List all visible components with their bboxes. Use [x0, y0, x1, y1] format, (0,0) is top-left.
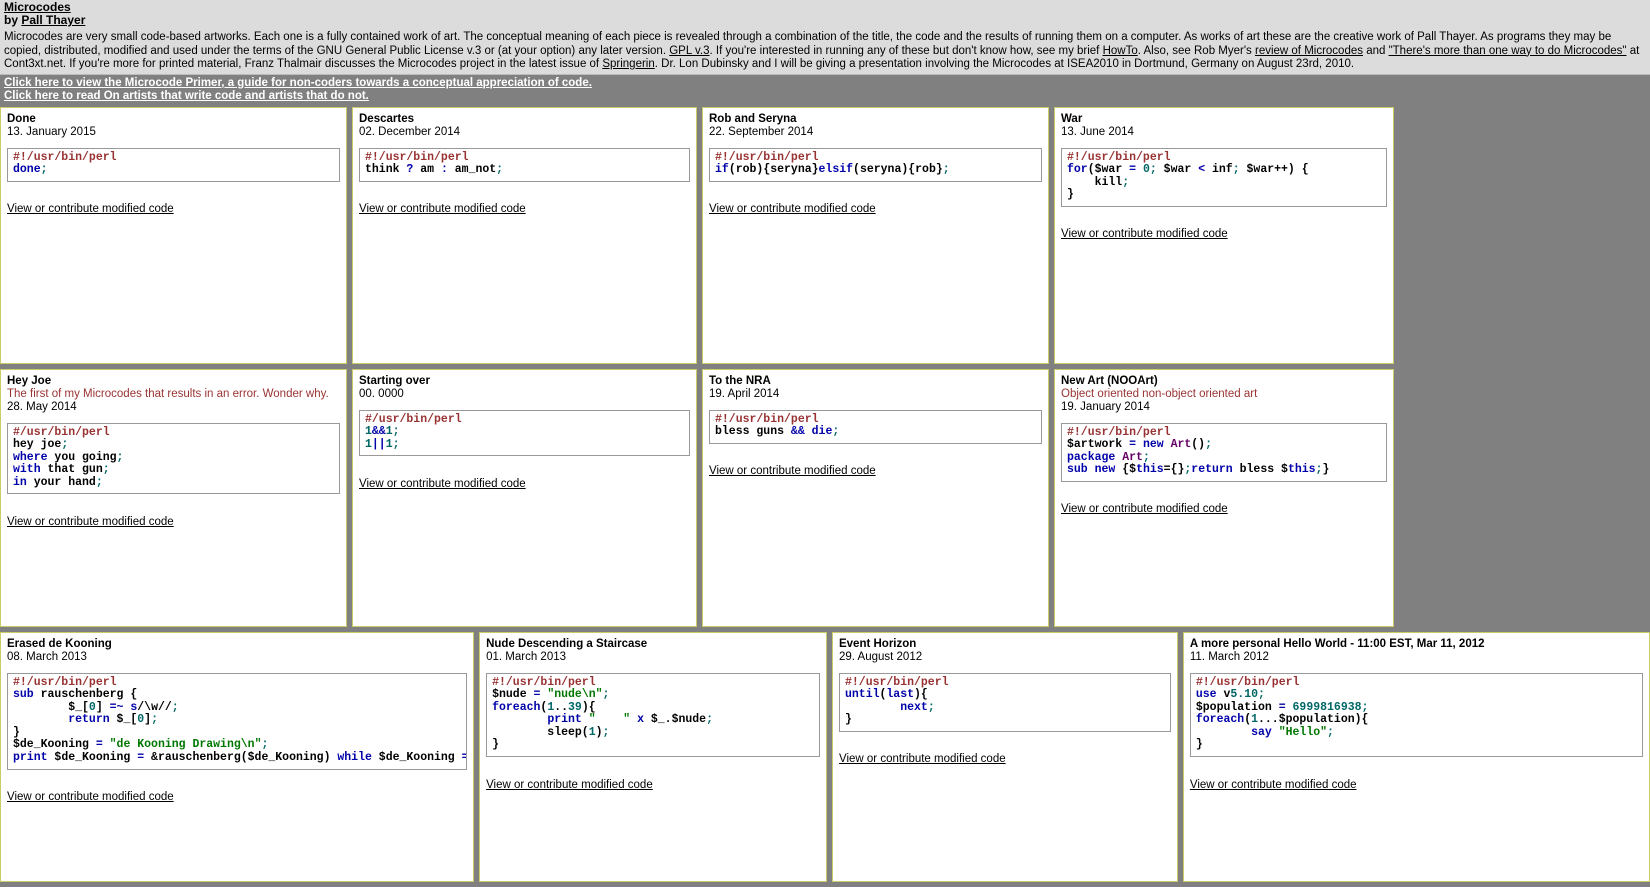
card-title: To the NRA [709, 375, 1042, 388]
code-block: #!/usr/bin/perl $artwork = new Art(); pa… [1061, 423, 1387, 482]
cont3xt-link[interactable]: "There's more than one way to do Microco… [1389, 45, 1627, 57]
microcode-card: A more personal Hello World - 11:00 EST,… [1183, 632, 1650, 882]
code-block: #/usr/bin/perl 1&&1; 1||1; [359, 410, 690, 457]
card-title: Hey Joe [7, 375, 340, 388]
microcode-card: Hey JoeThe first of my Microcodes that r… [0, 369, 347, 627]
card-title: War [1061, 113, 1387, 126]
review-link[interactable]: review of Microcodes [1255, 45, 1363, 57]
card-date: 01. March 2013 [486, 651, 820, 664]
card-title: Event Horizon [839, 638, 1171, 651]
card-date: 11. March 2012 [1190, 651, 1643, 664]
microcode-card: Nude Descending a Staircase01. March 201… [479, 632, 827, 882]
intro-text-3: . Also, see Rob Myer's [1138, 45, 1255, 57]
code-block: #!/usr/bin/perl bless guns && die; [709, 410, 1042, 444]
card-date: 13. January 2015 [7, 126, 340, 139]
contribute-link-wrapper: View or contribute modified code [7, 506, 340, 529]
contribute-link[interactable]: View or contribute modified code [709, 203, 876, 216]
contribute-link[interactable]: View or contribute modified code [359, 203, 526, 216]
contribute-link-wrapper: View or contribute modified code [486, 769, 820, 792]
microcode-card: Rob and Seryna22. September 2014 #!/usr/b… [702, 107, 1049, 364]
card-title: Descartes [359, 113, 690, 126]
contribute-link[interactable]: View or contribute modified code [1061, 503, 1228, 516]
microcode-card: Event Horizon29. August 2012 #!/usr/bin/p… [832, 632, 1178, 882]
byline-prefix: by [4, 13, 21, 27]
code-block: #/usr/bin/perl hey joe; where you going;… [7, 423, 340, 495]
microcode-card: New Art (NOOArt)Object oriented non-obje… [1054, 369, 1394, 627]
contribute-link[interactable]: View or contribute modified code [1190, 779, 1357, 792]
card-title: Starting over [359, 375, 690, 388]
code-block: #!/usr/bin/perl for($war = 0; $war < inf… [1061, 148, 1387, 207]
card-subtitle: Object oriented non-object oriented art [1061, 388, 1387, 401]
card-title: Rob and Seryna [709, 113, 1042, 126]
microcode-card: War13. June 2014 #!/usr/bin/perl for($war… [1054, 107, 1394, 364]
microcode-grid: Done13. January 2015 #!/usr/bin/perl done… [0, 107, 1650, 887]
intro-text-4: and [1363, 45, 1389, 57]
microcode-row: Erased de Kooning08. March 2013 #!/usr/bi… [0, 632, 1650, 887]
card-date: 22. September 2014 [709, 126, 1042, 139]
contribute-link[interactable]: View or contribute modified code [359, 478, 526, 491]
contribute-link-wrapper: View or contribute modified code [7, 781, 467, 804]
microcode-row: Hey JoeThe first of my Microcodes that r… [0, 369, 1650, 632]
gpl-link[interactable]: GPL v.3 [669, 45, 709, 57]
intro-text-6: . Dr. Lon Dubinsky and I will be giving … [655, 58, 1354, 70]
contribute-link[interactable]: View or contribute modified code [486, 779, 653, 792]
contribute-link-wrapper: View or contribute modified code [359, 193, 690, 216]
contribute-link-wrapper: View or contribute modified code [709, 193, 1042, 216]
intro-paragraph: Microcodes are very small code-based art… [0, 29, 1650, 75]
contribute-link-wrapper: View or contribute modified code [359, 468, 690, 491]
contribute-link-wrapper: View or contribute modified code [1190, 769, 1643, 792]
intro-text-2: . If you're interested in running any of… [710, 45, 1103, 57]
contribute-link-wrapper: View or contribute modified code [1061, 493, 1387, 516]
contribute-link-wrapper: View or contribute modified code [839, 743, 1171, 766]
microcode-card: Erased de Kooning08. March 2013 #!/usr/bi… [0, 632, 474, 882]
contribute-link[interactable]: View or contribute modified code [709, 465, 876, 478]
microcode-card: Descartes02. December 2014 #!/usr/bin/per… [352, 107, 697, 364]
microcode-card: Starting over00. 0000 #/usr/bin/perl 1&&1… [352, 369, 697, 627]
card-title: Done [7, 113, 340, 126]
byline: by Pall Thayer [4, 14, 1646, 27]
author-link[interactable]: Pall Thayer [21, 13, 85, 27]
microcode-card: Done13. January 2015 #!/usr/bin/perl done… [0, 107, 347, 364]
contribute-link[interactable]: View or contribute modified code [7, 791, 174, 804]
page-header: Microcodes by Pall Thayer Microcodes are… [0, 0, 1650, 107]
code-block: #!/usr/bin/perl done; [7, 148, 340, 182]
card-title: New Art (NOOArt) [1061, 375, 1387, 388]
code-block: #!/usr/bin/perl until(last){ next; } [839, 673, 1171, 732]
code-block: #!/usr/bin/perl think ? am : am_not; [359, 148, 690, 182]
contribute-link-wrapper: View or contribute modified code [7, 193, 340, 216]
howto-link[interactable]: HowTo [1103, 45, 1138, 57]
card-title: A more personal Hello World - 11:00 EST,… [1190, 638, 1643, 651]
contribute-link[interactable]: View or contribute modified code [7, 516, 174, 529]
microcode-row: Done13. January 2015 #!/usr/bin/perl done… [0, 107, 1650, 369]
microcode-primer-link[interactable]: Click here to view the Microcode Primer,… [4, 77, 1646, 91]
code-block: #!/usr/bin/perl sub rauschenberg { $_[0]… [7, 673, 467, 770]
promo-links-band: Click here to view the Microcode Primer,… [0, 75, 1650, 107]
on-artists-link[interactable]: Click here to read On artists that write… [4, 90, 1646, 104]
microcode-card: To the NRA19. April 2014 #!/usr/bin/perl … [702, 369, 1049, 627]
card-date: 28. May 2014 [7, 401, 340, 414]
site-title[interactable]: Microcodes [4, 1, 1646, 14]
card-date: 02. December 2014 [359, 126, 690, 139]
contribute-link[interactable]: View or contribute modified code [839, 753, 1006, 766]
card-date: 13. June 2014 [1061, 126, 1387, 139]
contribute-link-wrapper: View or contribute modified code [709, 455, 1042, 478]
contribute-link[interactable]: View or contribute modified code [7, 203, 174, 216]
card-subtitle: The first of my Microcodes that results … [7, 388, 340, 401]
code-block: #!/usr/bin/perl $nude = "nude\n"; foreac… [486, 673, 820, 758]
card-title: Nude Descending a Staircase [486, 638, 820, 651]
card-date: 29. August 2012 [839, 651, 1171, 664]
card-date: 00. 0000 [359, 388, 690, 401]
card-title: Erased de Kooning [7, 638, 467, 651]
code-block: #!/usr/bin/perl if(rob){seryna}elsif(ser… [709, 148, 1042, 182]
card-date: 19. April 2014 [709, 388, 1042, 401]
springerin-link[interactable]: Springerin [602, 58, 654, 70]
site-title-band: Microcodes by Pall Thayer [0, 0, 1650, 29]
card-date: 19. January 2014 [1061, 401, 1387, 414]
code-block: #!/usr/bin/perl use v5.10; $population =… [1190, 673, 1643, 758]
contribute-link[interactable]: View or contribute modified code [1061, 228, 1228, 241]
card-date: 08. March 2013 [7, 651, 467, 664]
contribute-link-wrapper: View or contribute modified code [1061, 218, 1387, 241]
